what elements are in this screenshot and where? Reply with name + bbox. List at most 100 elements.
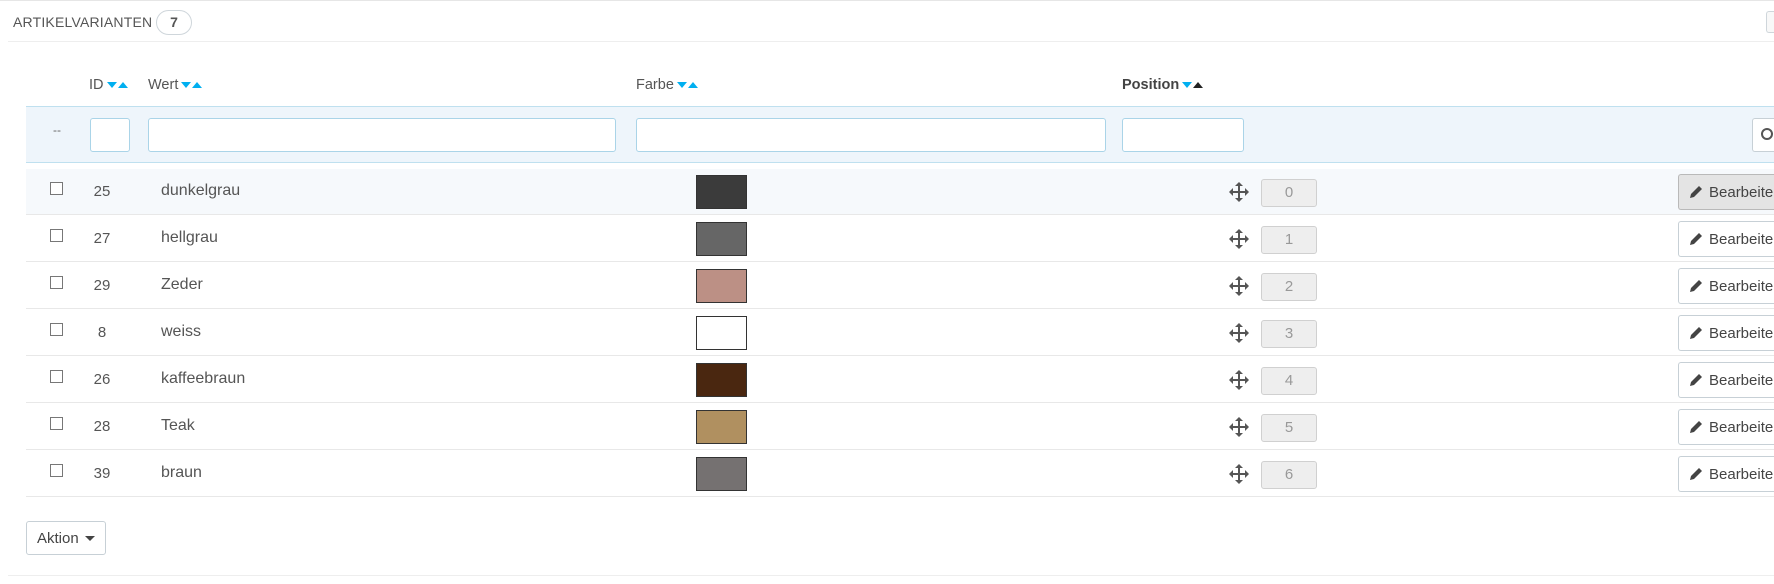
move-arrows-icon[interactable] (1229, 464, 1249, 484)
position-value: 4 (1261, 367, 1317, 395)
row-wert: braun (161, 464, 202, 481)
search-icon (1761, 128, 1773, 140)
color-swatch (696, 175, 747, 209)
column-header-wert: Wert (148, 77, 203, 93)
edit-button[interactable]: Bearbeiten (1678, 409, 1774, 445)
edit-button-label: Bearbeiten (1709, 418, 1774, 436)
color-swatch (696, 222, 747, 256)
edit-button[interactable]: Bearbeiten (1678, 362, 1774, 398)
edit-button[interactable]: Bearbeiten (1678, 174, 1774, 210)
count-badge: 7 (156, 10, 192, 35)
row-checkbox[interactable] (50, 229, 63, 242)
column-label-position: Position (1122, 77, 1180, 93)
position-value: 0 (1261, 179, 1317, 207)
move-arrows-icon[interactable] (1229, 229, 1249, 249)
pencil-icon (1689, 420, 1703, 434)
row-wert: weiss (161, 323, 202, 340)
row-checkbox[interactable] (50, 464, 63, 477)
table-row[interactable]: 8 weiss 3 Bearbeiten (26, 310, 1774, 356)
row-id: 29 (93, 277, 111, 294)
sort-asc-icon[interactable] (117, 82, 128, 88)
column-label-farbe: Farbe (636, 77, 674, 93)
color-swatch (696, 269, 747, 303)
move-arrows-icon[interactable] (1229, 276, 1249, 296)
position-value: 3 (1261, 320, 1317, 348)
table-row[interactable]: 28 Teak 5 Bearbeiten (26, 404, 1774, 450)
filter-position-input[interactable] (1122, 118, 1244, 152)
row-wert: hellgrau (161, 229, 218, 246)
filter-bulk-placeholder: -- (53, 123, 61, 137)
edit-button-label: Bearbeiten (1709, 230, 1774, 248)
sort-asc-icon[interactable] (687, 82, 698, 88)
table-row[interactable]: 27 hellgrau 1 Bearbeiten (26, 216, 1774, 262)
row-checkbox[interactable] (50, 323, 63, 336)
panel-heading: ARTIKELVARIANTEN 7 (8, 1, 1774, 42)
color-swatch (696, 316, 747, 350)
row-id: 8 (97, 324, 107, 341)
sort-asc-icon[interactable] (192, 82, 203, 88)
column-header-position: Position (1122, 77, 1204, 93)
panel-title: ARTIKELVARIANTEN (13, 14, 153, 30)
move-arrows-icon[interactable] (1229, 370, 1249, 390)
row-checkbox[interactable] (50, 276, 63, 289)
row-id: 28 (93, 418, 111, 435)
filter-id-input[interactable] (90, 118, 130, 152)
table-row[interactable]: 29 Zeder 2 Bearbeiten (26, 263, 1774, 309)
variants-panel: ARTIKELVARIANTEN 7 ID Wert Farbe Positio… (0, 0, 1774, 584)
pencil-icon (1689, 373, 1703, 387)
edit-button-label: Bearbeiten (1709, 324, 1774, 342)
pencil-icon (1689, 467, 1703, 481)
row-wert: dunkelgrau (161, 182, 241, 199)
move-arrows-icon[interactable] (1229, 182, 1249, 202)
caret-down-icon (84, 535, 95, 541)
edit-button-label: Bearbeiten (1709, 277, 1774, 295)
table-row[interactable]: 39 braun 6 Bearbeiten (26, 451, 1774, 497)
pencil-icon (1689, 232, 1703, 246)
sort-asc-icon[interactable] (1193, 82, 1204, 88)
row-checkbox[interactable] (50, 182, 63, 195)
column-header-id: ID (89, 77, 128, 93)
edit-button-label: Bearbeiten (1709, 465, 1774, 483)
row-id: 26 (93, 371, 111, 388)
pencil-icon (1689, 326, 1703, 340)
move-arrows-icon[interactable] (1229, 417, 1249, 437)
bulk-action-button[interactable]: Aktion (26, 521, 106, 555)
pencil-icon (1689, 185, 1703, 199)
column-label-wert: Wert (148, 77, 179, 93)
sort-desc-icon[interactable] (106, 82, 117, 88)
edit-button[interactable]: Bearbeiten (1678, 221, 1774, 257)
row-checkbox[interactable] (50, 417, 63, 430)
sort-desc-icon[interactable] (1182, 82, 1193, 88)
row-id: 25 (93, 183, 111, 200)
color-swatch (696, 410, 747, 444)
row-wert: kaffeebraun (161, 370, 246, 387)
edit-button[interactable]: Bearbeiten (1678, 268, 1774, 304)
color-swatch (696, 363, 747, 397)
row-wert: Teak (161, 417, 195, 434)
table-row[interactable]: 26 kaffeebraun 4 Bearbeiten (26, 357, 1774, 403)
search-button[interactable] (1752, 118, 1774, 152)
filter-wert-input[interactable] (148, 118, 616, 152)
row-wert: Zeder (161, 276, 203, 293)
panel-footer-divider (8, 575, 1774, 576)
edit-button-label: Bearbeiten (1709, 371, 1774, 389)
move-arrows-icon[interactable] (1229, 323, 1249, 343)
edit-button-label: Bearbeiten (1709, 183, 1774, 201)
bulk-action-label: Aktion (37, 529, 79, 547)
row-checkbox[interactable] (50, 370, 63, 383)
position-value: 5 (1261, 414, 1317, 442)
column-label-id: ID (89, 77, 104, 93)
column-header-farbe: Farbe (636, 77, 698, 93)
color-swatch (696, 457, 747, 491)
row-id: 27 (93, 230, 111, 247)
panel-toolbar-icon[interactable] (1766, 11, 1774, 33)
table-row[interactable]: 25 dunkelgrau 0 Bearbeiten (26, 169, 1774, 215)
position-value: 6 (1261, 461, 1317, 489)
edit-button[interactable]: Bearbeiten (1678, 315, 1774, 351)
pencil-icon (1689, 279, 1703, 293)
filter-farbe-input[interactable] (636, 118, 1106, 152)
sort-desc-icon[interactable] (676, 82, 687, 88)
sort-desc-icon[interactable] (181, 82, 192, 88)
edit-button[interactable]: Bearbeiten (1678, 456, 1774, 492)
position-value: 2 (1261, 273, 1317, 301)
